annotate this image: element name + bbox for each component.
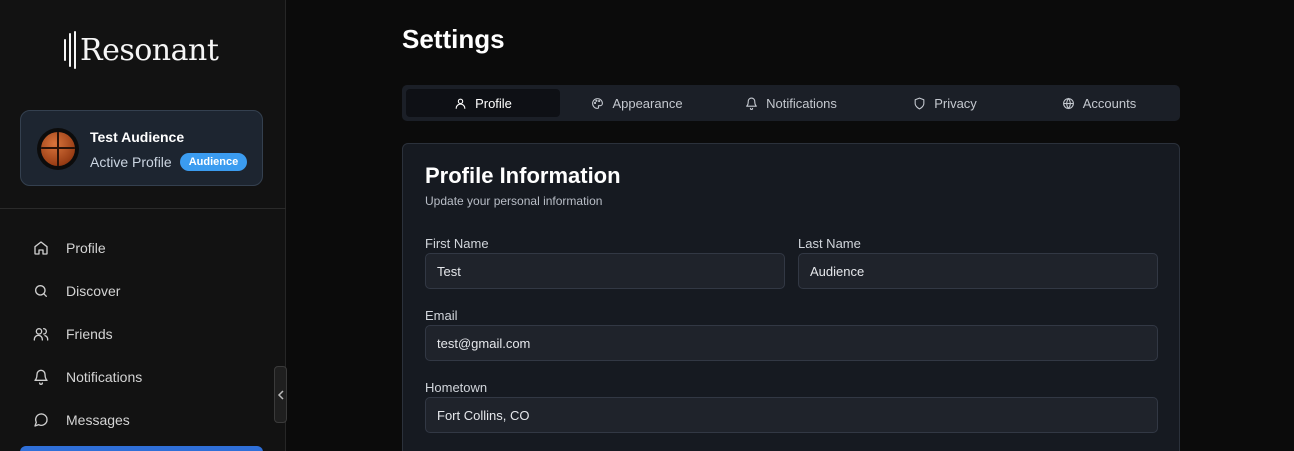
logo-text: Resonant bbox=[80, 32, 219, 68]
card-subtitle: Update your personal information bbox=[425, 194, 603, 208]
last-name-label: Last Name bbox=[798, 236, 861, 251]
palette-icon bbox=[592, 97, 604, 109]
sidebar: Resonant Test Audience Active Profile Au… bbox=[0, 0, 286, 451]
sidebar-item-friends[interactable]: Friends bbox=[20, 312, 263, 355]
sidebar-item-notifications[interactable]: Notifications bbox=[20, 355, 263, 398]
sidebar-divider bbox=[0, 208, 286, 209]
tab-label: Notifications bbox=[766, 95, 837, 111]
tab-label: Accounts bbox=[1082, 95, 1137, 111]
last-name-field[interactable] bbox=[798, 253, 1158, 289]
tab-label: Appearance bbox=[612, 95, 683, 111]
shield-icon bbox=[914, 97, 925, 109]
hometown-field[interactable] bbox=[425, 397, 1158, 433]
email-field[interactable] bbox=[425, 325, 1158, 361]
role-badge: Audience bbox=[179, 153, 248, 171]
tab-label: Profile bbox=[475, 95, 512, 111]
logo-bars-icon bbox=[64, 30, 76, 70]
search-icon bbox=[35, 284, 47, 297]
bell-icon bbox=[746, 97, 758, 110]
email-label: Email bbox=[425, 308, 458, 323]
tab-appearance[interactable]: Appearance bbox=[560, 89, 714, 117]
settings-tabs: Profile Appearance Notifications Privacy… bbox=[402, 85, 1180, 121]
tab-label: Privacy bbox=[934, 95, 977, 111]
user-icon bbox=[455, 98, 466, 109]
chevron-left-icon bbox=[277, 389, 284, 400]
bell-icon bbox=[34, 369, 48, 385]
app-root: Resonant Test Audience Active Profile Au… bbox=[0, 0, 1294, 451]
globe-icon bbox=[1062, 97, 1074, 109]
profile-status: Active Profile Audience bbox=[90, 153, 248, 171]
hometown-label: Hometown bbox=[425, 380, 488, 395]
active-profile-card[interactable]: Test Audience Active Profile Audience bbox=[20, 110, 263, 186]
profile-subtitle: Active Profile bbox=[90, 154, 172, 170]
profile-name: Test Audience bbox=[90, 129, 185, 145]
card-title: Profile Information bbox=[425, 163, 621, 188]
sidebar-item-active-partial[interactable] bbox=[20, 446, 263, 451]
page-title: Settings bbox=[402, 24, 505, 54]
basketball-icon bbox=[41, 132, 75, 166]
sidebar-item-profile[interactable]: Profile bbox=[20, 226, 263, 269]
first-name-field[interactable] bbox=[425, 253, 785, 289]
home-icon bbox=[34, 240, 48, 255]
sidebar-collapse-handle[interactable] bbox=[274, 366, 287, 423]
logo[interactable]: Resonant bbox=[64, 28, 219, 72]
avatar bbox=[37, 128, 79, 170]
tab-notifications[interactable]: Notifications bbox=[714, 89, 868, 117]
sidebar-item-label: Discover bbox=[66, 282, 121, 299]
sidebar-item-messages[interactable]: Messages bbox=[20, 398, 263, 441]
tab-privacy[interactable]: Privacy bbox=[868, 89, 1022, 117]
sidebar-item-discover[interactable]: Discover bbox=[20, 269, 263, 312]
sidebar-nav: Profile Discover Friends Notifications M… bbox=[20, 226, 263, 441]
sidebar-item-label: Messages bbox=[66, 411, 130, 428]
message-icon bbox=[34, 412, 48, 427]
sidebar-item-label: Profile bbox=[66, 239, 106, 256]
tab-accounts[interactable]: Accounts bbox=[1022, 89, 1176, 117]
profile-information-card: Profile Information Update your personal… bbox=[402, 143, 1180, 451]
sidebar-item-label: Friends bbox=[66, 325, 113, 342]
sidebar-item-label: Notifications bbox=[66, 368, 143, 385]
first-name-label: First Name bbox=[425, 236, 489, 251]
users-icon bbox=[33, 327, 49, 341]
tab-profile[interactable]: Profile bbox=[406, 89, 560, 117]
